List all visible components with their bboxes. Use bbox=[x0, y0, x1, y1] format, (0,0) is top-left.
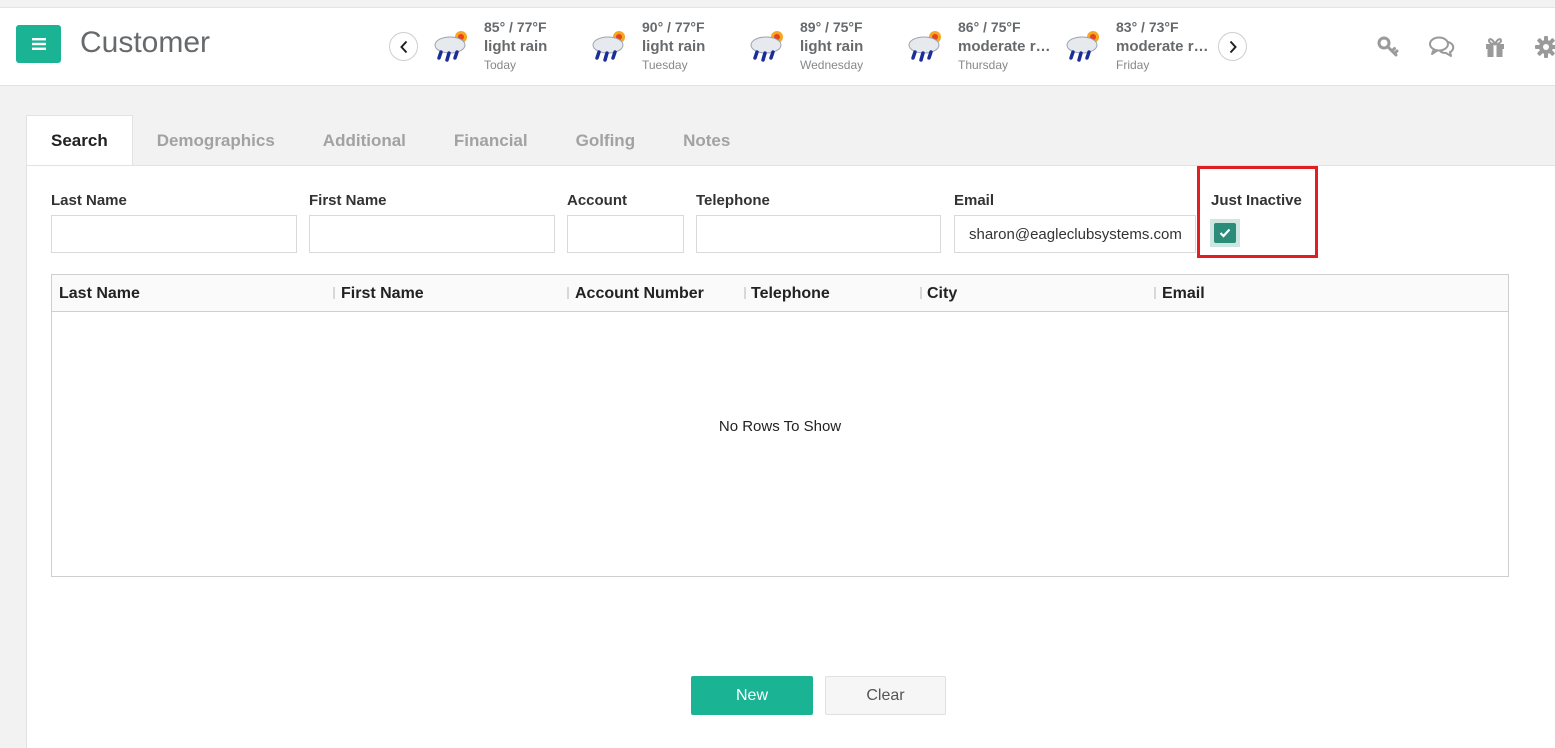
weather-day-label: Tuesday bbox=[642, 58, 688, 72]
clear-button[interactable]: Clear bbox=[825, 676, 946, 715]
key-icon bbox=[1377, 36, 1399, 57]
column-resize-handle[interactable] bbox=[1154, 287, 1156, 299]
rain-cloud-icon bbox=[434, 31, 467, 62]
settings-icon-button[interactable] bbox=[1533, 34, 1555, 60]
weather-temp: 89° / 75°F bbox=[800, 19, 863, 35]
results-grid: Last Name First Name Account Number Tele… bbox=[51, 274, 1509, 577]
weather-temp: 90° / 77°F bbox=[642, 19, 705, 35]
last-name-input[interactable] bbox=[51, 215, 297, 253]
app-header: Customer 85° / 77°F light rain Today 90°… bbox=[0, 8, 1555, 86]
weather-day-label: Today bbox=[484, 58, 517, 72]
column-header-telephone[interactable]: Telephone bbox=[751, 275, 830, 312]
hamburger-icon bbox=[31, 38, 46, 50]
weather-temp: 83° / 73°F bbox=[1116, 19, 1179, 35]
email-label: Email bbox=[954, 192, 995, 209]
account-input[interactable] bbox=[567, 215, 684, 253]
column-header-account-number[interactable]: Account Number bbox=[575, 275, 704, 312]
column-header-last-name[interactable]: Last Name bbox=[59, 275, 140, 312]
weather-day: 90° / 77°F light rain Tuesday bbox=[588, 19, 746, 72]
highlight-annotation bbox=[1197, 166, 1318, 258]
column-header-email[interactable]: Email bbox=[1162, 275, 1205, 312]
chevron-right-icon bbox=[1229, 40, 1237, 53]
tab-bar: Search Demographics Additional Financial… bbox=[26, 115, 754, 166]
rain-cloud-icon bbox=[908, 31, 941, 62]
rain-cloud-icon bbox=[750, 31, 783, 62]
tab-demographics[interactable]: Demographics bbox=[133, 115, 299, 166]
empty-grid-message: No Rows To Show bbox=[718, 418, 842, 435]
gift-icon bbox=[1486, 38, 1504, 57]
column-resize-handle[interactable] bbox=[567, 287, 569, 299]
weather-desc: moderate rain bbox=[958, 38, 1056, 55]
weather-day-label: Friday bbox=[1116, 58, 1150, 72]
key-icon-button[interactable] bbox=[1375, 34, 1401, 60]
first-name-label: First Name bbox=[309, 192, 387, 209]
telephone-label: Telephone bbox=[696, 192, 770, 209]
weather-next-button[interactable] bbox=[1218, 32, 1247, 61]
column-header-first-name[interactable]: First Name bbox=[341, 275, 424, 312]
email-input[interactable] bbox=[954, 215, 1196, 253]
grid-header: Last Name First Name Account Number Tele… bbox=[52, 275, 1508, 312]
column-resize-handle[interactable] bbox=[333, 287, 335, 299]
tab-golfing[interactable]: Golfing bbox=[552, 115, 659, 166]
tab-financial[interactable]: Financial bbox=[430, 115, 552, 166]
weather-desc: light rain bbox=[484, 38, 548, 55]
weather-desc: light rain bbox=[800, 38, 864, 55]
weather-prev-button[interactable] bbox=[389, 32, 418, 61]
tab-search[interactable]: Search bbox=[26, 115, 133, 166]
weather-temp: 85° / 77°F bbox=[484, 19, 547, 35]
new-button[interactable]: New bbox=[691, 676, 813, 715]
chat-icon-button[interactable] bbox=[1429, 34, 1455, 60]
weather-day: 83° / 73°F moderate rain Friday bbox=[1062, 19, 1214, 72]
weather-day: 85° / 77°F light rain Today bbox=[430, 19, 588, 72]
weather-desc: light rain bbox=[642, 38, 706, 55]
column-header-city[interactable]: City bbox=[927, 275, 957, 312]
weather-desc: moderate rain bbox=[1116, 38, 1214, 55]
telephone-input[interactable] bbox=[696, 215, 941, 253]
weather-day-label: Wednesday bbox=[800, 58, 864, 72]
rain-cloud-icon bbox=[1066, 31, 1099, 62]
chevron-left-icon bbox=[399, 40, 407, 53]
last-name-label: Last Name bbox=[51, 192, 127, 209]
rain-cloud-icon bbox=[592, 31, 625, 62]
weather-day: 86° / 75°F moderate rain Thursday bbox=[904, 19, 1062, 72]
column-resize-handle[interactable] bbox=[744, 287, 746, 299]
tab-notes[interactable]: Notes bbox=[659, 115, 754, 166]
gift-icon-button[interactable] bbox=[1482, 34, 1508, 60]
weather-temp: 86° / 75°F bbox=[958, 19, 1021, 35]
tab-additional[interactable]: Additional bbox=[299, 115, 430, 166]
gear-icon bbox=[1535, 36, 1555, 58]
hamburger-menu-button[interactable] bbox=[16, 25, 61, 63]
column-resize-handle[interactable] bbox=[920, 287, 922, 299]
account-label: Account bbox=[567, 192, 627, 209]
chat-icon bbox=[1429, 36, 1455, 57]
weather-day: 89° / 75°F light rain Wednesday bbox=[746, 19, 904, 72]
weather-day-label: Thursday bbox=[958, 58, 1009, 72]
first-name-input[interactable] bbox=[309, 215, 555, 253]
page-title: Customer bbox=[80, 26, 211, 59]
